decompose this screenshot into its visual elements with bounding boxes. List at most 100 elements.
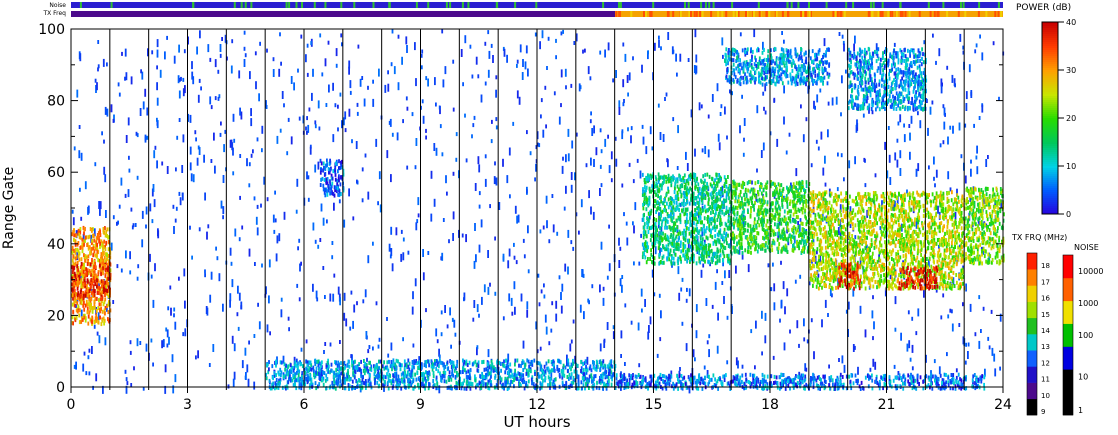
echo-pixel (710, 248, 713, 253)
echo-pixel (329, 293, 332, 302)
echo-pixel (154, 145, 157, 150)
echo-pixel (332, 82, 334, 91)
echo-pixel (464, 113, 466, 118)
echo-pixel (168, 336, 170, 345)
echo-pixel (506, 175, 509, 184)
echo-pixel (688, 231, 691, 236)
echo-pixel (862, 195, 864, 200)
echo-pixel (801, 59, 804, 63)
echo-pixel (790, 62, 793, 67)
echo-pixel (390, 342, 393, 351)
echo-pixel (101, 296, 104, 301)
echo-pixel (759, 187, 761, 192)
echo-pixel (812, 70, 815, 75)
echo-pixel (480, 219, 483, 228)
echo-pixel (818, 286, 820, 291)
echo-pixel (580, 199, 583, 208)
echo-pixel (775, 58, 778, 63)
echo-pixel (775, 201, 777, 206)
echo-pixel (767, 263, 770, 268)
echo-pixel (732, 245, 735, 250)
echo-pixel (761, 198, 763, 203)
noise-mark (808, 2, 810, 8)
echo-pixel (732, 191, 735, 196)
echo-pixel (649, 257, 651, 261)
echo-pixel (762, 142, 765, 151)
echo-pixel (710, 210, 712, 215)
echo-pixel (89, 262, 92, 267)
echo-pixel (255, 81, 257, 90)
echo-pixel (649, 316, 652, 325)
echo-pixel (75, 361, 77, 370)
echo-pixel (83, 351, 86, 356)
echo-pixel (686, 192, 688, 197)
echo-pixel (762, 243, 765, 248)
echo-pixel (915, 331, 918, 336)
echo-pixel (771, 240, 774, 245)
echo-pixel (248, 183, 251, 188)
echo-pixel (73, 146, 76, 151)
echo-pixel (73, 229, 75, 234)
echo-pixel (526, 130, 528, 135)
echo-pixel (741, 250, 744, 255)
echo-pixel (83, 307, 86, 312)
echo-pixel (754, 76, 757, 81)
echo-pixel (774, 82, 777, 87)
echo-pixel (772, 262, 774, 267)
echo-pixel (151, 219, 154, 224)
echo-pixel (659, 207, 662, 211)
echo-pixel (106, 62, 108, 67)
echo-pixel (789, 51, 792, 56)
echo-pixel (395, 227, 398, 236)
echo-pixel (621, 183, 624, 188)
echo-pixel (743, 209, 745, 214)
txfreq-mark (834, 11, 837, 17)
echo-pixel (806, 239, 809, 243)
echo-pixel (401, 56, 403, 65)
echo-pixel (794, 218, 796, 223)
echo-pixel (659, 241, 661, 246)
echo-pixel (223, 144, 225, 153)
echo-pixel (258, 93, 260, 102)
echo-pixel (591, 128, 594, 136)
echo-pixel (865, 201, 868, 206)
echo-pixel (105, 210, 107, 218)
echo-pixel (435, 102, 437, 107)
echo-pixel (295, 209, 298, 214)
echo-pixel (349, 326, 352, 331)
echo-pixel (725, 237, 728, 242)
echo-pixel (213, 132, 215, 141)
echo-pixel (388, 243, 391, 252)
echo-pixel (720, 187, 722, 191)
echo-pixel (751, 49, 754, 54)
echo-pixel (130, 383, 133, 387)
echo-pixel (527, 269, 530, 274)
echo-pixel (570, 83, 573, 88)
echo-pixel (540, 289, 543, 294)
echo-pixel (615, 158, 618, 167)
echo-pixel (708, 349, 710, 358)
echo-pixel (197, 350, 199, 359)
echo-pixel (544, 85, 547, 90)
echo-pixel (406, 45, 408, 53)
echo-pixel (178, 118, 181, 122)
echo-pixel (195, 137, 197, 142)
echo-pixel (765, 231, 768, 235)
txfreq-mark (787, 11, 790, 17)
echo-pixel (726, 59, 728, 64)
echo-pixel (269, 331, 271, 336)
echo-pixel (824, 67, 827, 72)
txfreq-mark (877, 11, 880, 17)
echo-pixel (947, 136, 949, 145)
echo-pixel (92, 276, 95, 281)
echo-pixel (680, 183, 683, 188)
echo-pixel (943, 121, 946, 130)
echo-pixel (136, 338, 139, 347)
echo-pixel (99, 308, 101, 312)
echo-pixel (806, 249, 809, 254)
echo-pixel (804, 65, 806, 70)
echo-pixel (679, 256, 682, 261)
echo-pixel (760, 204, 762, 209)
echo-pixel (732, 58, 735, 63)
echo-pixel (817, 146, 820, 151)
